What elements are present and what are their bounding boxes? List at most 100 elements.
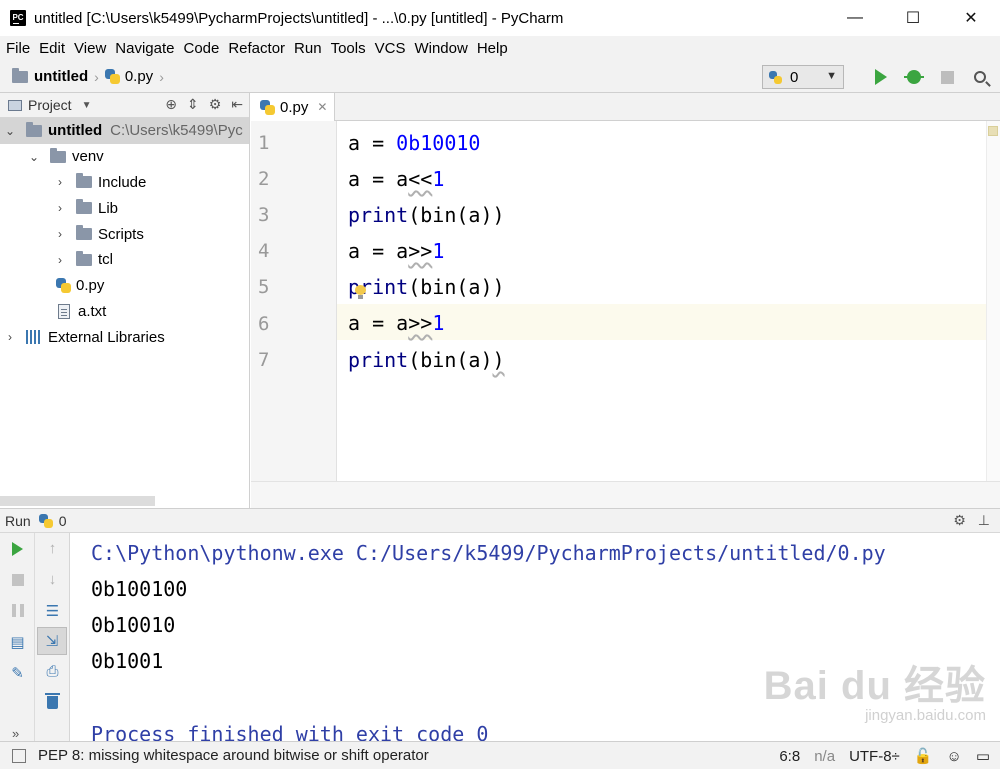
caret-position[interactable]: 6:8: [779, 748, 800, 765]
code-token: ): [492, 348, 505, 372]
chevron-right-icon[interactable]: ›: [54, 175, 66, 189]
tree-item-label: Lib: [98, 199, 119, 217]
search-everywhere-button[interactable]: [970, 67, 990, 87]
layout-icon: ▤: [10, 633, 25, 651]
project-panel-title[interactable]: Project: [28, 97, 72, 113]
tree-item-tcl[interactable]: › tcl: [0, 247, 249, 273]
more-icon[interactable]: »: [12, 726, 19, 741]
tab-label: 0.py: [280, 98, 309, 116]
chevron-down-icon[interactable]: ▼: [82, 100, 92, 111]
menu-edit[interactable]: Edit: [39, 40, 65, 57]
code-editor[interactable]: 1 2 3 4 5 6 7 a = 0b10010 a = a<<1 print…: [251, 121, 1000, 481]
tree-item-label: 0.py: [76, 277, 105, 295]
maximize-button[interactable]: ☐: [884, 0, 942, 36]
menu-vcs[interactable]: VCS: [375, 40, 406, 57]
pin-button[interactable]: ✎: [0, 657, 35, 688]
print-button[interactable]: ⎙: [35, 656, 70, 687]
project-view-icon: [8, 99, 22, 111]
search-icon: [974, 71, 986, 83]
folder-icon: [76, 199, 92, 215]
inspector-icon[interactable]: ☺: [946, 748, 961, 765]
tree-item-venv[interactable]: ⌄ venv: [0, 144, 249, 170]
text-file-icon: [58, 303, 70, 319]
tree-item-atxt[interactable]: a.txt: [0, 299, 249, 325]
lock-icon[interactable]: 🔓: [914, 747, 933, 765]
code-token-operator: >>: [408, 239, 433, 263]
run-panel-label[interactable]: Run: [5, 513, 31, 529]
tree-item-include[interactable]: › Include: [0, 170, 249, 196]
tree-item-scripts[interactable]: › Scripts: [0, 221, 249, 247]
line-number: 5: [258, 276, 270, 298]
scroll-down-button[interactable]: ↓: [35, 564, 70, 595]
close-button[interactable]: ✕: [942, 0, 1000, 36]
layout-button[interactable]: ▤: [0, 626, 35, 657]
toggle-tool-windows-icon[interactable]: [12, 748, 26, 763]
debug-button[interactable]: [904, 67, 924, 87]
tree-item-untitled[interactable]: ⌄ untitled C:\Users\k5499\Pyc: [0, 118, 249, 144]
tree-item-external-libraries[interactable]: › External Libraries: [0, 324, 249, 350]
run-config-select[interactable]: 0 ▼: [762, 65, 844, 89]
menu-code[interactable]: Code: [183, 40, 219, 57]
horizontal-scrollbar[interactable]: [0, 496, 155, 506]
run-button[interactable]: [871, 67, 891, 87]
arrow-up-icon: ↑: [48, 540, 57, 557]
watermark-main: Bai du 经验: [763, 664, 986, 708]
soft-wrap-button[interactable]: ☰: [35, 595, 70, 626]
tree-item-lib[interactable]: › Lib: [0, 195, 249, 221]
menu-window[interactable]: Window: [414, 40, 467, 57]
menu-navigate[interactable]: Navigate: [115, 40, 174, 57]
chevron-right-icon[interactable]: ›: [4, 330, 16, 344]
folder-icon: [76, 173, 92, 189]
line-separator[interactable]: n/a: [814, 748, 835, 765]
project-panel: Project ▼ ⊕ ⇕ ⚙ ⇤ ⌄ untitled C:\Users\k5…: [0, 93, 250, 508]
stop-button[interactable]: [0, 564, 35, 595]
tab-0py[interactable]: 0.py ✕: [251, 93, 335, 121]
collapse-all-icon[interactable]: ⇕: [187, 96, 199, 113]
play-icon: [875, 69, 887, 85]
stop-button[interactable]: [937, 67, 957, 87]
menu-view[interactable]: View: [74, 40, 106, 57]
breadcrumb-project[interactable]: untitled: [12, 67, 89, 85]
pause-button[interactable]: [0, 595, 35, 626]
error-stripe[interactable]: [986, 121, 1000, 481]
chevron-right-icon[interactable]: ›: [54, 253, 66, 267]
tree-item-label: tcl: [98, 251, 113, 269]
run-console[interactable]: C:\Python\pythonw.exe C:/Users/k5499/Pyc…: [71, 533, 1000, 741]
rerun-button[interactable]: [0, 533, 35, 564]
lightbulb-icon[interactable]: [355, 285, 366, 300]
close-icon[interactable]: ✕: [317, 100, 327, 114]
editor-tab-bar: 0.py ✕: [251, 93, 1000, 121]
minimize-button[interactable]: —: [826, 0, 884, 36]
event-log-icon[interactable]: ▭: [976, 747, 990, 765]
file-encoding[interactable]: UTF-8÷: [849, 748, 900, 765]
menu-help[interactable]: Help: [477, 40, 508, 57]
line-number: 3: [258, 204, 270, 226]
hide-panel-icon[interactable]: ⊥: [978, 512, 990, 529]
chevron-right-icon[interactable]: ›: [54, 201, 66, 215]
breadcrumb-file[interactable]: 0.py: [104, 68, 153, 85]
folder-icon: [12, 67, 28, 83]
menu-refactor[interactable]: Refactor: [228, 40, 285, 57]
chevron-down-icon: ▼: [826, 70, 837, 82]
menu-run[interactable]: Run: [294, 40, 322, 57]
breadcrumb-project-label: untitled: [34, 68, 89, 85]
gear-icon[interactable]: ⚙: [953, 512, 966, 529]
chevron-right-icon[interactable]: ›: [54, 227, 66, 241]
tree-item-label: External Libraries: [48, 328, 165, 346]
project-panel-header: Project ▼ ⊕ ⇕ ⚙ ⇤: [0, 93, 249, 118]
scroll-up-button[interactable]: ↑: [35, 533, 70, 564]
clear-button[interactable]: [35, 687, 70, 718]
console-line: Process finished with exit code 0: [91, 722, 489, 741]
code-token-number: 1: [432, 239, 445, 263]
hide-panel-icon[interactable]: ⇤: [231, 96, 243, 113]
tree-item-0py[interactable]: 0.py: [0, 273, 249, 299]
menu-file[interactable]: File: [6, 40, 30, 57]
gear-icon[interactable]: ⚙: [209, 96, 222, 113]
chevron-down-icon[interactable]: ⌄: [28, 150, 40, 164]
menu-tools[interactable]: Tools: [331, 40, 366, 57]
scroll-to-end-button[interactable]: ⇲: [37, 627, 67, 655]
target-icon[interactable]: ⊕: [165, 96, 177, 113]
run-tab-label[interactable]: 0: [59, 513, 67, 529]
warning-marker-icon[interactable]: [988, 126, 998, 136]
chevron-down-icon[interactable]: ⌄: [4, 124, 16, 138]
